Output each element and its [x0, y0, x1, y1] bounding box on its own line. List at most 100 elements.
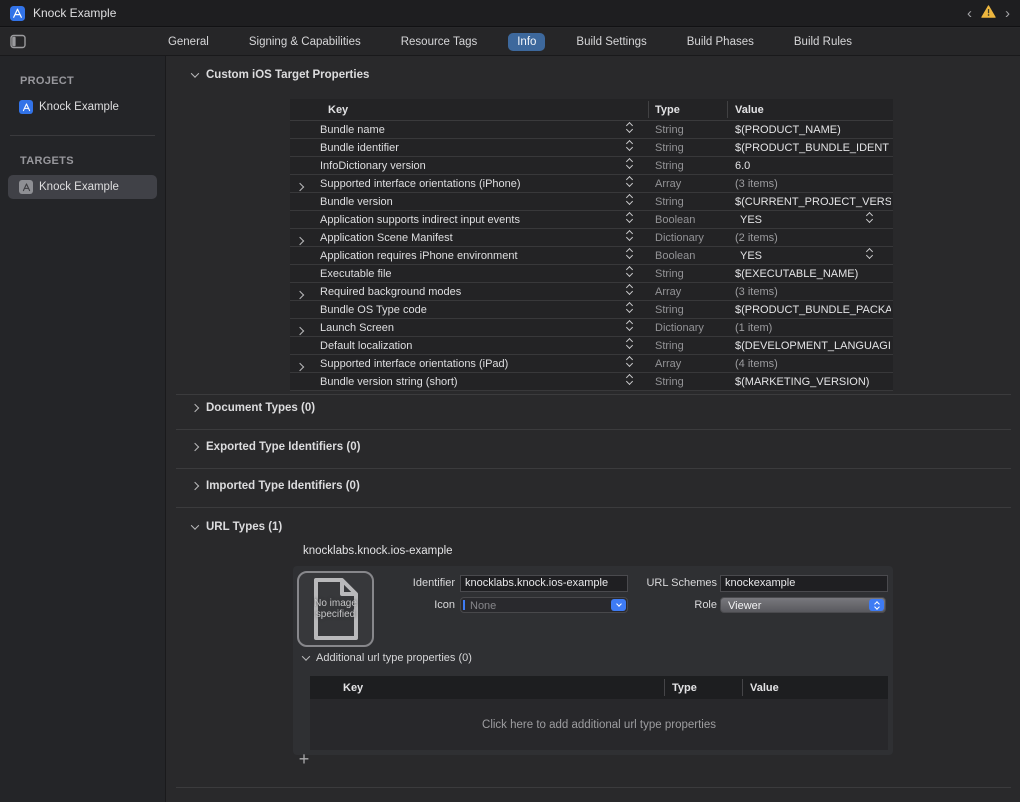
table-row[interactable]: Default localizationString$(DEVELOPMENT_…: [290, 337, 893, 355]
stepper-icon[interactable]: [627, 249, 632, 258]
row-key: Supported interface orientations (iPhone…: [320, 178, 521, 190]
section-custom-properties[interactable]: Custom iOS Target Properties: [192, 69, 369, 81]
tab-resource-tags[interactable]: Resource Tags: [392, 33, 487, 51]
disclosure-chevron-icon[interactable]: [297, 235, 303, 247]
back-chevron-icon[interactable]: ‹: [967, 6, 972, 21]
disclosure-chevron-icon[interactable]: [297, 289, 303, 301]
value-stepper-icon[interactable]: [867, 213, 872, 222]
row-type: String: [655, 304, 684, 316]
tab-general[interactable]: General: [159, 33, 218, 51]
disclosure-chevron-icon[interactable]: [297, 181, 303, 193]
additional-properties-table: Key Type Value Click here to add additio…: [310, 676, 888, 750]
table-row[interactable]: Executable fileString$(EXECUTABLE_NAME): [290, 265, 893, 283]
additional-table-empty-area[interactable]: Click here to add additional url type pr…: [310, 699, 888, 750]
stepper-icon[interactable]: [869, 599, 884, 611]
row-key: Bundle OS Type code: [320, 304, 427, 316]
stepper-icon[interactable]: [627, 339, 632, 348]
stepper-icon[interactable]: [627, 267, 632, 276]
stepper-icon[interactable]: [627, 159, 632, 168]
disclosure-chevron-icon[interactable]: [297, 361, 303, 373]
tab-build-rules[interactable]: Build Rules: [785, 33, 861, 51]
table-row[interactable]: Launch ScreenDictionary(1 item): [290, 319, 893, 337]
additional-properties-title: Additional url type properties (0): [316, 652, 472, 664]
table-row[interactable]: Bundle version string (short)String$(MAR…: [290, 373, 893, 391]
url-schemes-field[interactable]: knockexample: [720, 575, 888, 592]
stepper-icon[interactable]: [627, 357, 632, 366]
column-divider: [727, 101, 728, 118]
table-row[interactable]: Bundle versionString$(CURRENT_PROJECT_VE…: [290, 193, 893, 211]
row-type: String: [655, 124, 684, 136]
additional-properties-header[interactable]: Additional url type properties (0): [303, 652, 472, 664]
row-type: Array: [655, 358, 681, 370]
row-type: String: [655, 340, 684, 352]
row-value: $(CURRENT_PROJECT_VERS: [735, 196, 891, 208]
row-type: String: [655, 142, 684, 154]
xcode-project-icon: [10, 6, 25, 21]
column-divider: [742, 679, 743, 696]
chevron-right-icon: [191, 404, 199, 412]
identifier-field[interactable]: knocklabs.knock.ios-example: [460, 575, 628, 592]
stepper-icon[interactable]: [627, 303, 632, 312]
row-type: Dictionary: [655, 232, 704, 244]
forward-chevron-icon[interactable]: ›: [1005, 6, 1010, 21]
table-row[interactable]: Bundle nameString$(PRODUCT_NAME): [290, 121, 893, 139]
table-row[interactable]: Application Scene ManifestDictionary(2 i…: [290, 229, 893, 247]
chevron-right-icon: [191, 482, 199, 490]
column-header-type: Type: [672, 682, 697, 694]
tab-signing-capabilities[interactable]: Signing & Capabilities: [240, 33, 370, 51]
info-pane: Custom iOS Target Properties Key Type Va…: [167, 56, 1020, 802]
section-imported-type-identifiers-0-[interactable]: Imported Type Identifiers (0): [192, 480, 360, 492]
section-title: Document Types (0): [206, 402, 315, 414]
add-url-type-button[interactable]: +: [295, 751, 313, 769]
row-key: Supported interface orientations (iPad): [320, 358, 508, 370]
sidebar: PROJECT Knock Example TARGETS Knock Exam…: [0, 56, 166, 802]
row-key: Default localization: [320, 340, 412, 352]
section-separator: [176, 468, 1011, 469]
section-url-types[interactable]: URL Types (1): [192, 521, 282, 533]
icon-image-well[interactable]: No image specified: [297, 571, 374, 647]
identifier-label: Identifier: [375, 577, 455, 589]
stepper-icon[interactable]: [627, 321, 632, 330]
row-value: $(EXECUTABLE_NAME): [735, 268, 891, 280]
stepper-icon[interactable]: [627, 141, 632, 150]
row-type: Array: [655, 178, 681, 190]
sidebar-item-target[interactable]: Knock Example: [8, 175, 157, 199]
warning-icon[interactable]: [981, 5, 996, 23]
role-dropdown[interactable]: Viewer: [720, 597, 886, 613]
stepper-icon[interactable]: [627, 285, 632, 294]
row-key: Launch Screen: [320, 322, 394, 334]
stepper-icon[interactable]: [627, 123, 632, 132]
sidebar-target-label: Knock Example: [39, 181, 119, 193]
add-properties-hint: Click here to add additional url type pr…: [482, 719, 716, 731]
row-type: Boolean: [655, 250, 695, 262]
icon-dropdown-value: None: [461, 598, 627, 614]
no-image-placeholder: No image specified: [309, 598, 363, 620]
stepper-icon[interactable]: [627, 195, 632, 204]
stepper-icon[interactable]: [627, 231, 632, 240]
table-row[interactable]: InfoDictionary versionString6.0: [290, 157, 893, 175]
dropdown-arrow-icon[interactable]: [611, 599, 626, 611]
sidebar-item-project[interactable]: Knock Example: [8, 95, 157, 119]
tab-info[interactable]: Info: [508, 33, 545, 51]
table-row[interactable]: Supported interface orientations (iPhone…: [290, 175, 893, 193]
section-document-types-0-[interactable]: Document Types (0): [192, 402, 315, 414]
role-dropdown-value: Viewer: [721, 598, 885, 614]
stepper-icon[interactable]: [627, 213, 632, 222]
icon-dropdown[interactable]: None: [460, 597, 628, 613]
tab-build-settings[interactable]: Build Settings: [567, 33, 655, 51]
stepper-icon[interactable]: [627, 375, 632, 384]
table-row[interactable]: Required background modesArray(3 items): [290, 283, 893, 301]
disclosure-chevron-icon[interactable]: [297, 325, 303, 337]
table-row[interactable]: Application supports indirect input even…: [290, 211, 893, 229]
row-value: $(PRODUCT_NAME): [735, 124, 891, 136]
value-stepper-icon[interactable]: [867, 249, 872, 258]
tab-build-phases[interactable]: Build Phases: [678, 33, 763, 51]
table-row[interactable]: Supported interface orientations (iPad) A…: [290, 355, 893, 373]
row-value: (1 item): [735, 322, 891, 334]
section-exported-type-identifiers-0-[interactable]: Exported Type Identifiers (0): [192, 441, 360, 453]
table-row[interactable]: Application requires iPhone environmentB…: [290, 247, 893, 265]
table-row[interactable]: Bundle identifierString$(PRODUCT_BUNDLE_…: [290, 139, 893, 157]
table-row[interactable]: Bundle OS Type codeString$(PRODUCT_BUNDL…: [290, 301, 893, 319]
stepper-icon[interactable]: [627, 177, 632, 186]
text-caret: [463, 600, 465, 610]
